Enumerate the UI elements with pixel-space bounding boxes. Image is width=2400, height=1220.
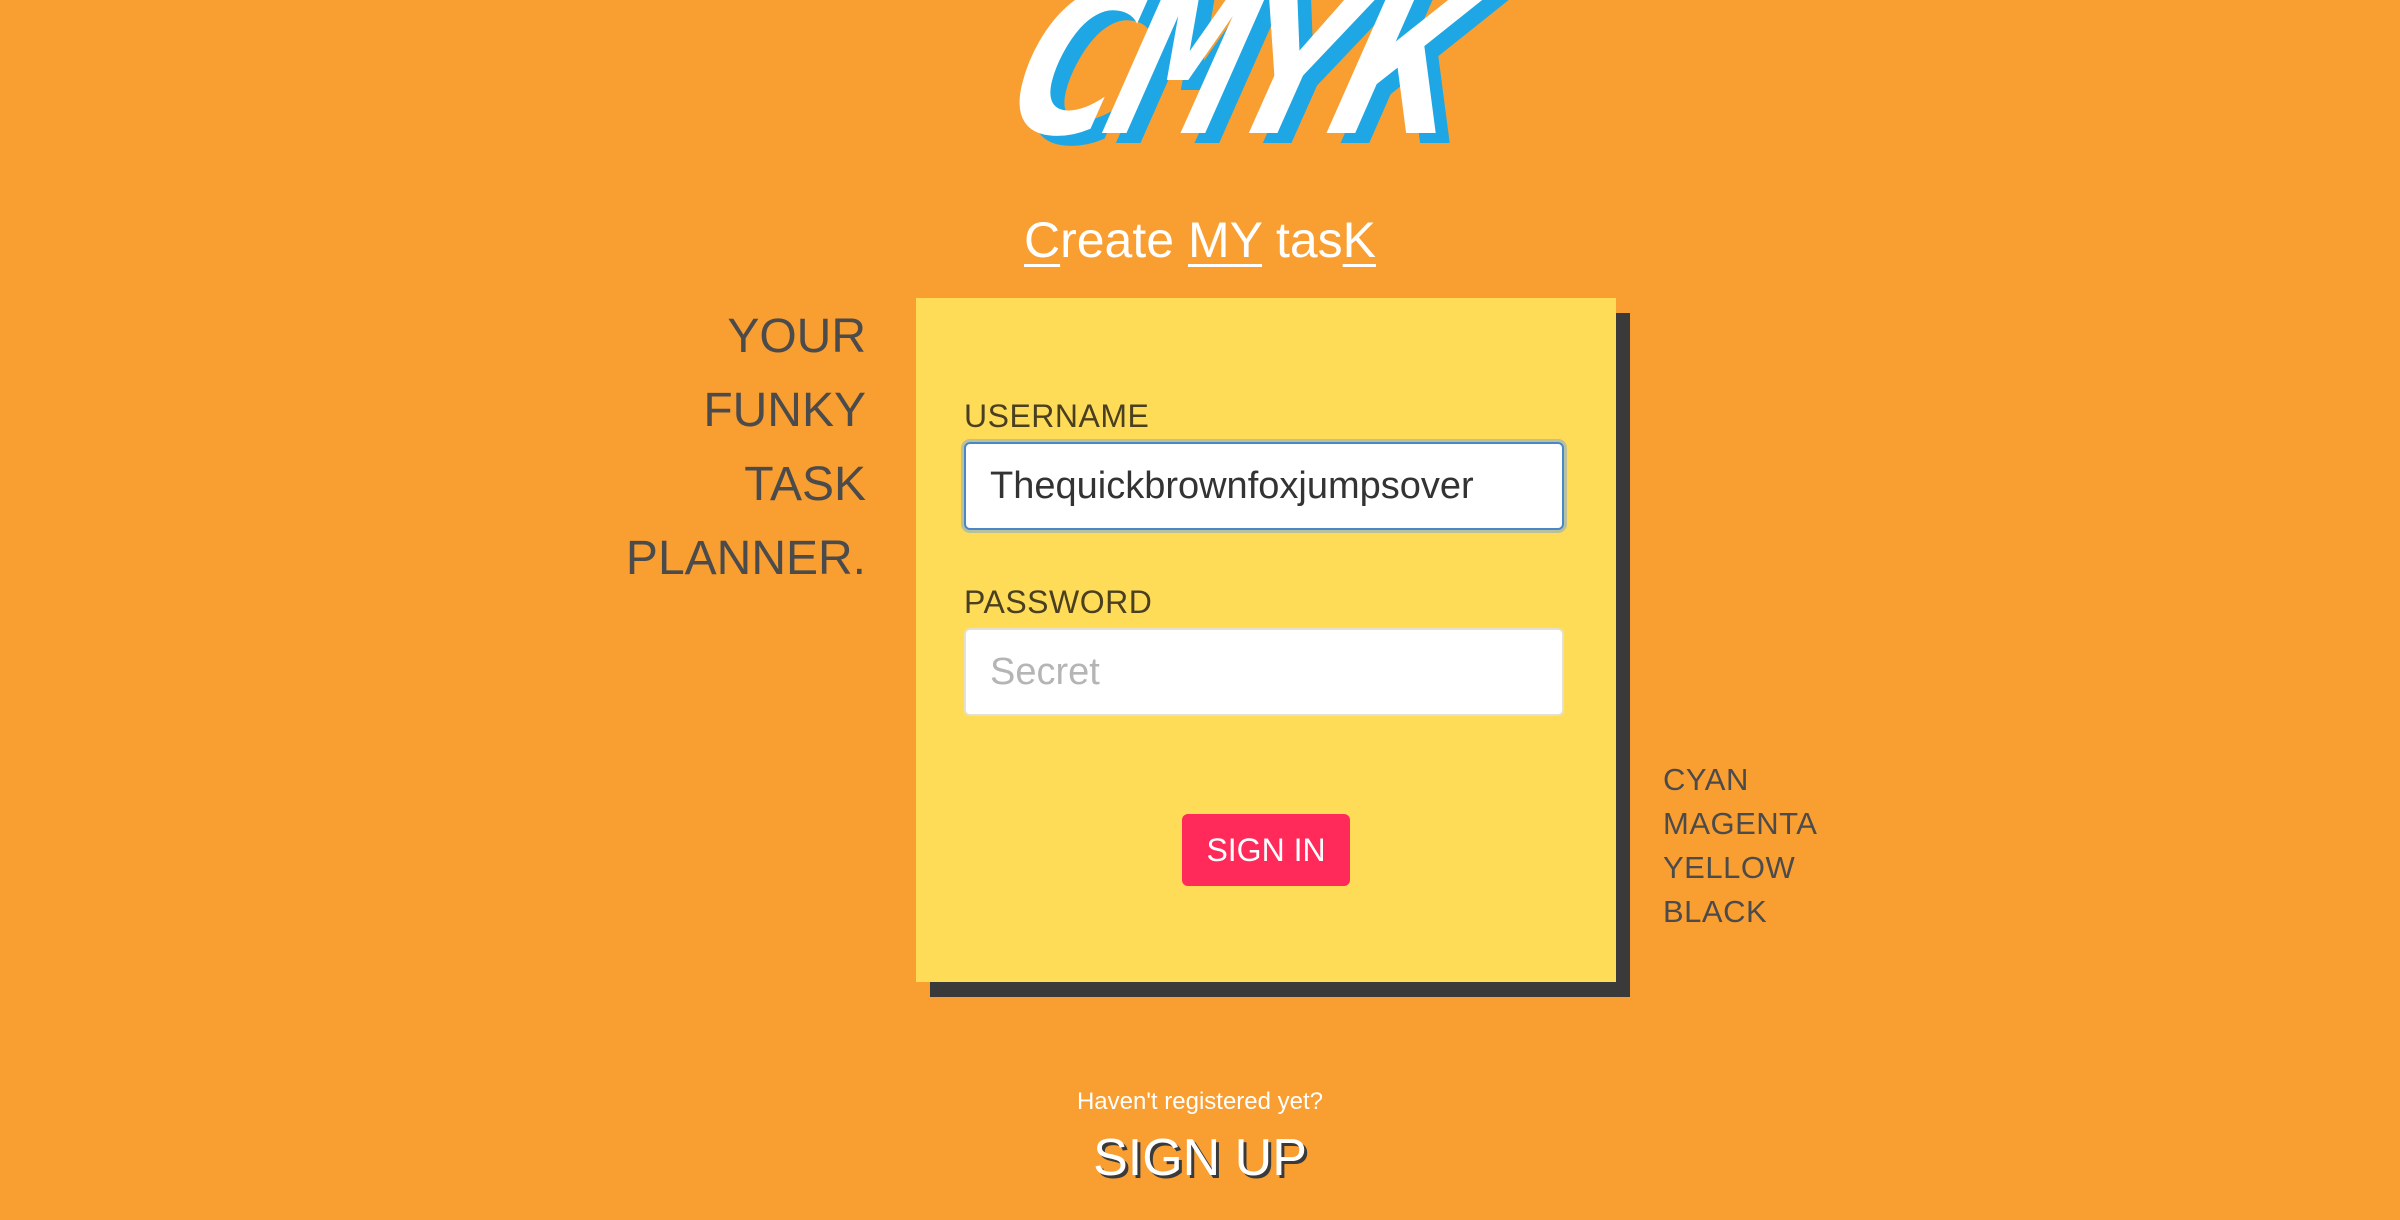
color-list: CYAN MAGENTA YELLOW BLACK — [1663, 758, 1818, 934]
login-page: CMYK CMYK Create MY tasK YOUR FUNKY TASK… — [0, 0, 2400, 1220]
password-label: PASSWORD — [964, 584, 1153, 620]
tagline-part: K — [1342, 212, 1377, 268]
tagline-part: MY — [1187, 212, 1263, 268]
logo-text: CMYK — [985, 0, 1485, 181]
sign-in-button[interactable]: SIGN IN — [1182, 814, 1350, 886]
slogan-line: TASK — [744, 458, 866, 511]
login-card: USERNAME PASSWORD SIGN IN — [916, 298, 1616, 982]
username-label: USERNAME — [964, 398, 1150, 434]
password-input[interactable] — [964, 628, 1564, 716]
color-list-item: CYAN — [1663, 762, 1749, 797]
cmyk-logo: CMYK CMYK — [985, 0, 1499, 191]
register-prompt: Haven't registered yet? — [1076, 1088, 1324, 1115]
slogan: YOUR FUNKY TASK PLANNER. — [466, 300, 866, 596]
slogan-line: PLANNER. — [625, 532, 866, 585]
slogan-line: YOUR — [727, 310, 866, 363]
color-list-item: MAGENTA — [1663, 806, 1818, 841]
tagline-part: reate — [1060, 212, 1188, 268]
slogan-line: FUNKY — [703, 384, 866, 437]
sign-up-link[interactable]: SIGN UP — [0, 1124, 2400, 1192]
color-list-item: BLACK — [1663, 894, 1768, 929]
username-input[interactable] — [964, 442, 1564, 530]
tagline-part: tas — [1262, 212, 1343, 268]
tagline-part: C — [1023, 212, 1061, 268]
tagline: Create MY tasK — [0, 206, 2400, 274]
color-list-item: YELLOW — [1663, 850, 1796, 885]
